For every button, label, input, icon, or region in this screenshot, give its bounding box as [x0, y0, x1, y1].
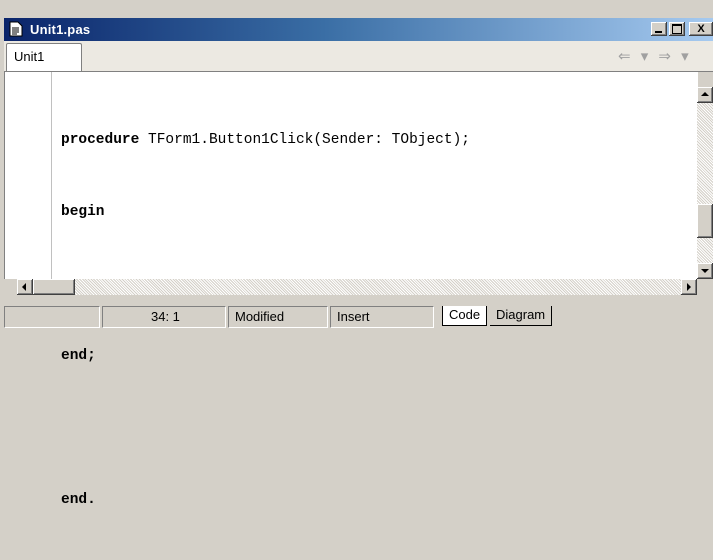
status-panel-empty [4, 306, 100, 328]
horizontal-scrollbar[interactable] [17, 279, 697, 295]
cursor-position: 34: 1 [102, 306, 226, 328]
arrow-right-icon [687, 283, 691, 291]
arrow-left-icon [22, 283, 26, 291]
editor-gutter [5, 72, 52, 279]
scroll-up-button[interactable] [697, 87, 713, 103]
arrow-down-icon [701, 269, 709, 273]
code-line: end. [61, 492, 96, 508]
maximize-button[interactable] [669, 22, 685, 36]
close-button[interactable]: X [689, 22, 713, 36]
nav-arrows[interactable]: ⇐ ▾ ⇒ ▾ [618, 47, 692, 65]
modified-indicator: Modified [228, 306, 328, 328]
window-title: Unit1.pas [30, 22, 91, 37]
code-line: begin [61, 204, 105, 220]
code-line: end; [61, 348, 96, 364]
code-editor[interactable]: procedure TForm1.Button1Click(Sender: TO… [4, 72, 698, 508]
tab-unit1[interactable]: Unit1 [6, 43, 82, 71]
vertical-scrollbar[interactable] [697, 87, 713, 279]
title-bar[interactable]: Unit1.pas X [4, 18, 713, 41]
vertical-scroll-thumb[interactable] [697, 204, 713, 238]
scroll-right-button[interactable] [681, 279, 697, 295]
tab-strip: Unit1 ⇐ ▾ ⇒ ▾ [4, 41, 713, 72]
scroll-left-button[interactable] [17, 279, 33, 295]
tab-code[interactable]: Code [442, 306, 488, 326]
document-icon [9, 21, 23, 37]
status-bar: 34: 1 Modified Insert Code Diagram [4, 297, 713, 332]
tab-diagram[interactable]: Diagram [490, 306, 553, 326]
insert-mode-indicator: Insert [330, 306, 434, 328]
arrow-up-icon [701, 92, 709, 96]
horizontal-scroll-thumb[interactable] [33, 279, 75, 295]
code-line: procedure TForm1.Button1Click(Sender: TO… [61, 132, 470, 148]
minimize-button[interactable] [651, 22, 667, 36]
scroll-down-button[interactable] [697, 263, 713, 279]
view-tabs: Code Diagram [436, 306, 713, 328]
editor-window: Unit1.pas X Unit1 ⇐ ▾ ⇒ ▾ procedure TFor… [0, 0, 713, 508]
